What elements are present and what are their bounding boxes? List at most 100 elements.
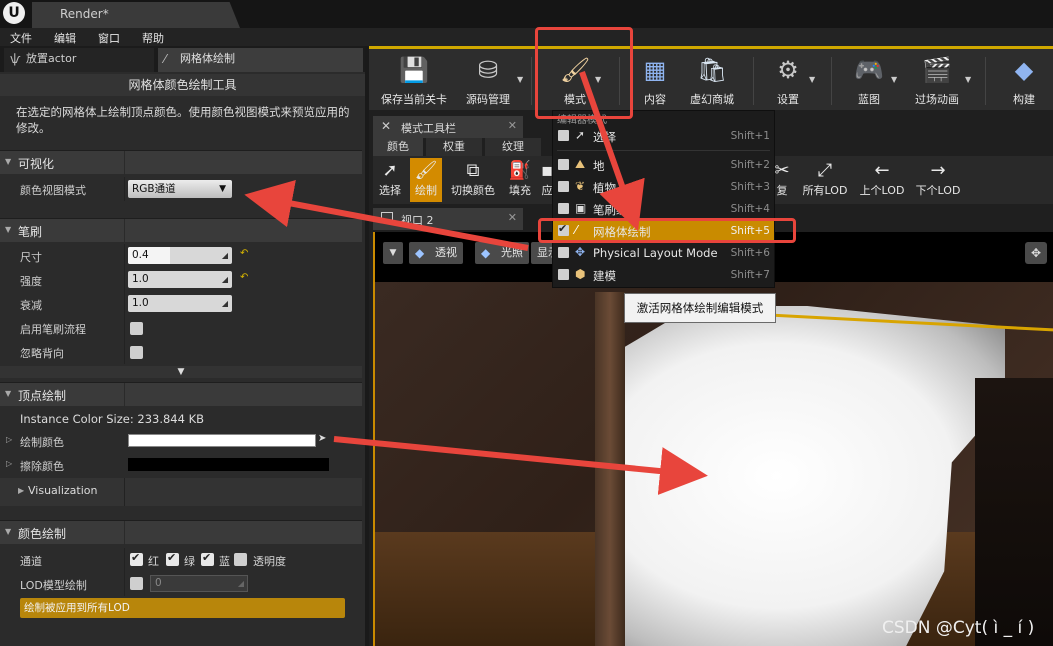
section-vertex-paint[interactable]: ▼ 顶点绘制 bbox=[0, 382, 362, 407]
tool-swap-color[interactable]: ⧉ 切换颜色 bbox=[447, 158, 499, 202]
brush-flow-checkbox[interactable] bbox=[130, 322, 143, 335]
brush-strength-input[interactable]: 1.0 ◢ bbox=[128, 271, 232, 288]
tool-all-lod[interactable]: ⤢ 所有LOD bbox=[799, 158, 851, 202]
color-view-mode-value: RGB通道 bbox=[132, 183, 176, 195]
menu-help[interactable]: 帮助 bbox=[142, 30, 164, 46]
mode-item-label: 选择 bbox=[593, 130, 616, 144]
modes-tools-icon: ✕ bbox=[381, 119, 392, 133]
settings-label: 设置 bbox=[777, 93, 799, 106]
paint-brush-icon: 🖌 bbox=[414, 160, 438, 181]
ignore-back-checkbox[interactable] bbox=[130, 346, 143, 359]
paint-color-swatch[interactable] bbox=[128, 434, 316, 447]
dropdown-arrow-icon[interactable]: ▼ bbox=[891, 75, 897, 84]
channel-green-checkbox[interactable] bbox=[166, 551, 179, 566]
lod-paint-checkbox[interactable] bbox=[130, 577, 143, 590]
tool-next-lod[interactable]: → 下个LOD bbox=[913, 158, 963, 202]
marketplace-button[interactable]: 🛍 虚幻商城 bbox=[685, 53, 739, 109]
brush-falloff-value: 1.0 bbox=[132, 297, 149, 309]
mode-item-physical-layout[interactable]: ✥ Physical Layout Mode Shift+6 bbox=[553, 242, 774, 264]
collapse-triangle-icon: ▼ bbox=[5, 527, 12, 536]
mode-checkbox bbox=[558, 159, 569, 170]
foliage-icon: ❦ bbox=[575, 179, 586, 193]
channel-red-checkbox[interactable] bbox=[130, 551, 143, 566]
tool-select-label: 选择 bbox=[379, 184, 401, 197]
brush-falloff-input[interactable]: 1.0 ◢ bbox=[128, 295, 232, 312]
column-divider bbox=[124, 478, 125, 506]
dropdown-arrow-icon[interactable]: ▼ bbox=[965, 75, 971, 84]
menu-file[interactable]: 文件 bbox=[10, 30, 32, 46]
reset-to-default-icon[interactable]: ↶ bbox=[240, 272, 248, 283]
section-brush[interactable]: ▼ 笔刷 bbox=[0, 218, 362, 243]
column-divider bbox=[124, 572, 125, 596]
mode-item-landscape[interactable]: ⛰ 地 Shift+2 bbox=[553, 154, 774, 176]
mode-item-shortcut: Shift+6 bbox=[730, 247, 770, 259]
source-control-button[interactable]: ⛁ 源码管理 bbox=[457, 53, 519, 109]
arrow-left-icon: ← bbox=[874, 160, 890, 181]
mode-item-shortcut: Shift+1 bbox=[730, 130, 770, 142]
perspective-cube-icon: ◆ bbox=[415, 246, 425, 260]
dropdown-arrow-icon[interactable]: ▼ bbox=[809, 75, 815, 84]
document-tab[interactable]: Render* bbox=[32, 2, 240, 28]
close-icon[interactable]: ✕ bbox=[508, 211, 517, 224]
settings-button[interactable]: ⚙ 设置 bbox=[765, 53, 811, 109]
tool-copy[interactable]: ✂ 复 bbox=[773, 158, 791, 202]
expand-triangle-icon[interactable]: ▷ bbox=[6, 435, 12, 444]
column-divider bbox=[124, 177, 125, 201]
color-picker-icon[interactable]: ➤ bbox=[318, 433, 326, 444]
color-view-mode-dropdown[interactable]: RGB通道 ▼ bbox=[128, 180, 232, 198]
close-icon[interactable]: ✕ bbox=[508, 119, 517, 132]
viewport-options-button[interactable]: ▼ bbox=[383, 242, 403, 264]
row-visualization[interactable]: ▶ Visualization bbox=[0, 478, 362, 506]
section-color-paint[interactable]: ▼ 颜色绘制 bbox=[0, 520, 362, 545]
mode-item-brush-edit[interactable]: ▣ 笔刷编辑 Shift+4 bbox=[553, 198, 774, 220]
channel-green-label: 绿 bbox=[184, 555, 195, 568]
cinematics-clapper-icon: 🎬 bbox=[922, 56, 952, 84]
modeling-icon: ⬢ bbox=[575, 267, 586, 281]
lod-index-value: 0 bbox=[155, 577, 162, 589]
brush-edit-icon: ▣ bbox=[575, 201, 587, 215]
tab-place-actor[interactable]: ѱ 放置actor bbox=[4, 48, 154, 72]
menu-window[interactable]: 窗口 bbox=[98, 30, 120, 46]
content-button[interactable]: ▦ 内容 bbox=[635, 53, 675, 109]
row-erase-color: ▷ 擦除颜色 bbox=[0, 453, 362, 477]
scene-shadow bbox=[975, 378, 1053, 646]
tab-mesh-paint[interactable]: ⁄ 网格体绘制 bbox=[158, 48, 363, 72]
cinematics-button[interactable]: 🎬 过场动画 bbox=[909, 53, 965, 109]
subtab-texture[interactable]: 纹理 bbox=[485, 138, 541, 156]
channel-alpha-checkbox[interactable] bbox=[234, 553, 247, 566]
toolbar-divider bbox=[753, 57, 754, 105]
unreal-logo-icon[interactable]: U bbox=[3, 2, 25, 24]
tool-prev-lod[interactable]: ← 上个LOD bbox=[857, 158, 907, 202]
brush-flow-label: 启用笔刷流程 bbox=[20, 323, 86, 336]
menu-edit[interactable]: 编辑 bbox=[54, 30, 76, 46]
watermark: CSDN @Cyt( ì _ í ) bbox=[882, 618, 1035, 638]
tool-fill[interactable]: ⛽ 填充 bbox=[505, 158, 535, 202]
mode-item-shortcut: Shift+7 bbox=[730, 269, 770, 281]
lit-button[interactable]: ◆ 光照 bbox=[475, 242, 529, 264]
perspective-button[interactable]: ◆ 透视 bbox=[409, 242, 463, 264]
build-button[interactable]: ◆ 构建 bbox=[1001, 53, 1047, 109]
mode-item-select[interactable]: ➚ 选择 Shift+1 bbox=[553, 125, 774, 147]
section-visualization[interactable]: ▼ 可视化 bbox=[0, 150, 362, 175]
channel-blue-checkbox[interactable] bbox=[201, 551, 214, 566]
blueprints-label: 蓝图 bbox=[858, 93, 880, 106]
brush-size-input[interactable]: 0.4 ◢ bbox=[128, 247, 232, 264]
title-bar: U Render* bbox=[0, 0, 1053, 28]
viewport-transform-icon[interactable]: ✥ bbox=[1025, 242, 1047, 264]
save-level-button[interactable]: 💾 保存当前关卡 bbox=[375, 53, 453, 109]
reset-to-default-icon[interactable]: ↶ bbox=[240, 248, 248, 259]
erase-color-swatch[interactable] bbox=[128, 458, 329, 471]
modes-toolbar-tab[interactable]: ✕ 模式工具栏 ✕ bbox=[373, 116, 523, 138]
tool-paint[interactable]: 🖌 绘制 bbox=[410, 158, 442, 202]
tool-select[interactable]: ➚ 选择 bbox=[375, 158, 405, 202]
blueprints-button[interactable]: 🎮 蓝图 bbox=[847, 53, 891, 109]
subtab-color[interactable]: 颜色 bbox=[373, 138, 423, 156]
lod-index-input[interactable]: 0 ◢ bbox=[150, 575, 248, 592]
mode-item-modeling[interactable]: ⬢ 建模 Shift+7 bbox=[553, 264, 774, 286]
subtab-weight[interactable]: 权重 bbox=[426, 138, 482, 156]
dropdown-arrow-icon[interactable]: ▼ bbox=[517, 75, 523, 84]
mode-item-foliage[interactable]: ❦ 植物 Shift+3 bbox=[553, 176, 774, 198]
viewport-tab[interactable]: 视口 2 ✕ bbox=[373, 208, 523, 230]
expand-advanced-arrow-icon[interactable]: ▼ bbox=[0, 366, 362, 378]
expand-triangle-icon[interactable]: ▷ bbox=[6, 459, 12, 468]
